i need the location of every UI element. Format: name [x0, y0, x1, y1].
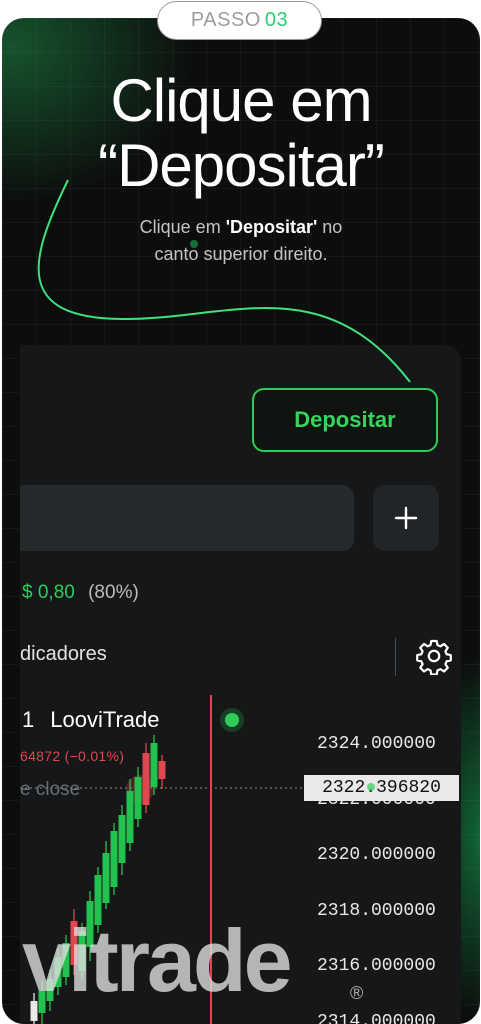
tutorial-card: Clique em “Depositar” Clique em 'Deposit…	[2, 18, 480, 1024]
step-number: 03	[264, 9, 289, 31]
step-word: PASSO	[190, 9, 261, 31]
step-badge: PASSO 03	[157, 1, 322, 40]
guide-arrow-curve	[37, 179, 411, 791]
